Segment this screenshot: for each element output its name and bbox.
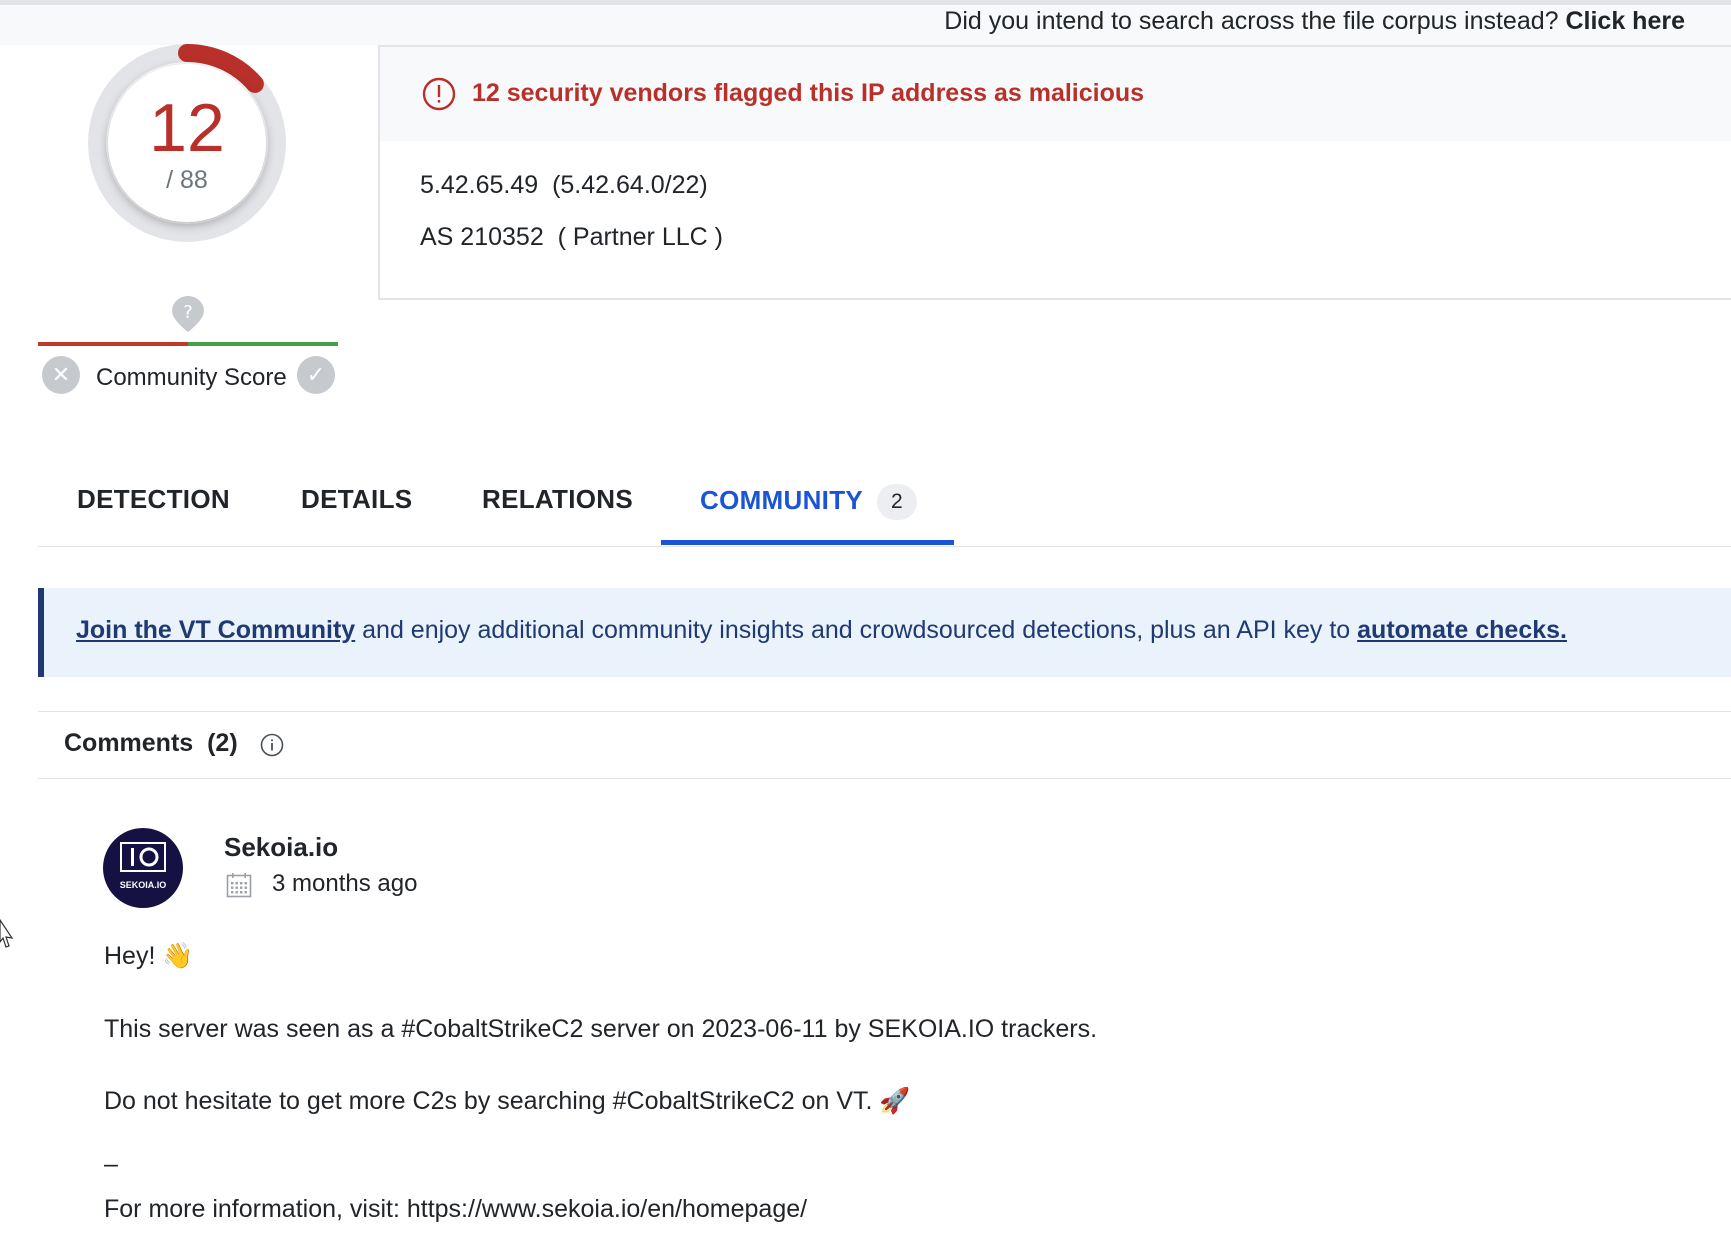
comments-top-divider [38, 711, 1731, 712]
comment-timestamp: 3 months ago [272, 870, 418, 897]
ip-network[interactable]: (5.42.64.0/22) [552, 171, 708, 199]
comments-count: (2) [207, 729, 238, 757]
vote-harmless-button[interactable]: ✓ [297, 356, 335, 394]
tab-community[interactable]: COMMUNITY 2 [700, 484, 918, 520]
comment-line: This server was seen as a #CobaltStrikeC… [104, 1015, 1098, 1043]
active-tab-indicator [661, 540, 954, 545]
tabs-divider [38, 546, 1731, 547]
detection-score-gauge: 12 / 88 [86, 42, 288, 244]
warning-circle-icon [422, 77, 456, 111]
malicious-alert-text: 12 security vendors flagged this IP addr… [472, 79, 1145, 107]
info-icon[interactable] [260, 733, 284, 757]
file-corpus-hint-text: Did you intend to search across the file… [944, 7, 1559, 35]
file-corpus-hint: Did you intend to search across the file… [944, 5, 1685, 37]
banner-message: and enjoy additional community insights … [355, 616, 1358, 644]
avatar[interactable]: SEKOIA.IO [103, 828, 183, 908]
comments-bottom-divider [38, 778, 1731, 779]
banner-text: Join the VT Community and enjoy addition… [76, 616, 1567, 645]
malicious-alert-row: 12 security vendors flagged this IP addr… [380, 47, 1731, 141]
community-score-label: Community Score [96, 364, 287, 391]
comment-author[interactable]: Sekoia.io [224, 832, 338, 863]
click-here-link[interactable]: Click here [1565, 7, 1685, 35]
calendar-icon [226, 873, 252, 898]
report-tabs: DETECTION DETAILS RELATIONS COMMUNITY 2 [38, 470, 1731, 546]
as-owner[interactable]: ( Partner LLC ) [558, 223, 723, 251]
comment-line: Do not hesitate to get more C2s by searc… [104, 1087, 911, 1115]
automate-checks-link[interactable]: automate checks. [1357, 616, 1567, 644]
tab-community-label: COMMUNITY [700, 484, 864, 515]
svg-text:?: ? [183, 302, 193, 323]
asn-line: AS 210352 ( Partner LLC ) [420, 223, 723, 252]
mouse-cursor-icon [0, 918, 14, 948]
ip-address-line: 5.42.65.49 (5.42.64.0/22) [420, 171, 708, 200]
comment-line: – [104, 1150, 118, 1178]
question-mark-pin-icon: ? [172, 296, 204, 332]
community-count-badge: 2 [877, 484, 918, 520]
ip-summary-card: 12 security vendors flagged this IP addr… [378, 45, 1731, 300]
sekoia-logo-icon [120, 842, 166, 872]
community-bar-positive [188, 342, 338, 346]
community-bar-negative [38, 342, 188, 346]
close-icon: ✕ [51, 362, 71, 387]
join-community-link[interactable]: Join the VT Community [76, 616, 355, 644]
comment-line: Hey! 👋 [104, 942, 194, 970]
tab-detection[interactable]: DETECTION [77, 484, 230, 515]
detection-count: 12 [149, 90, 225, 166]
asn-number[interactable]: AS 210352 [420, 223, 544, 251]
comments-header: Comments (2) [64, 729, 238, 758]
ip-address[interactable]: 5.42.65.49 [420, 171, 538, 199]
vote-harmful-button[interactable]: ✕ [42, 356, 80, 394]
avatar-label: SEKOIA.IO [119, 880, 167, 890]
tab-details[interactable]: DETAILS [301, 484, 412, 515]
comment-line: For more information, visit: https://www… [104, 1195, 808, 1223]
check-icon: ✓ [306, 362, 326, 387]
comments-title: Comments [64, 729, 194, 757]
join-community-banner: Join the VT Community and enjoy addition… [38, 588, 1731, 677]
tab-relations[interactable]: RELATIONS [482, 484, 633, 515]
engine-total: / 88 [166, 166, 208, 194]
